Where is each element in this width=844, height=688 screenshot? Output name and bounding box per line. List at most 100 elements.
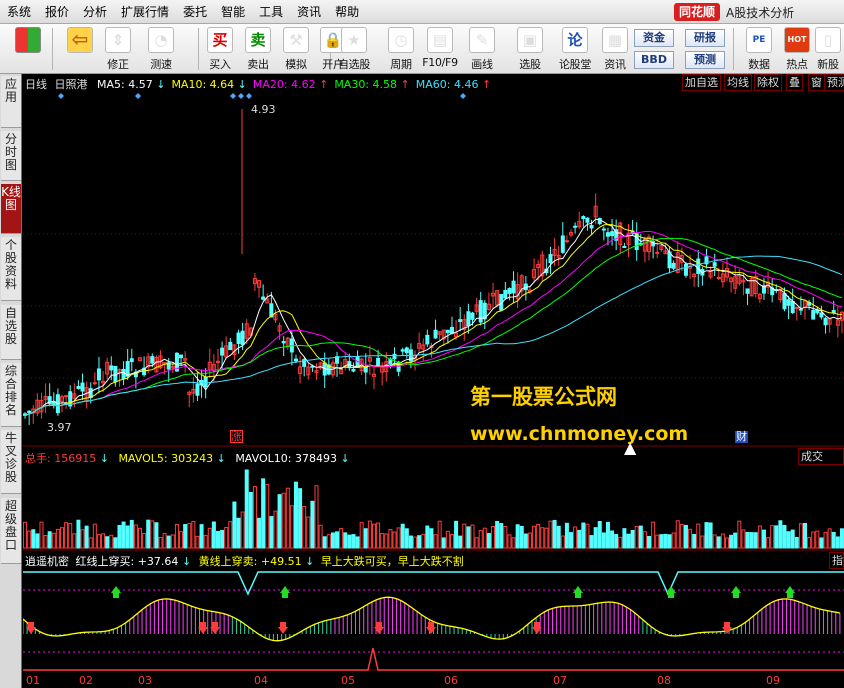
candle xyxy=(560,235,565,253)
sell-arrow-icon xyxy=(785,586,795,598)
volume-bar xyxy=(101,533,106,549)
toolbar-label: 修正 xyxy=(107,58,129,71)
tab-orderbook[interactable]: 超级盘口 xyxy=(1,498,21,564)
up-down-arrows-button[interactable]: ⇕ 修正 xyxy=(98,26,138,72)
tab-watchlist[interactable]: 自选股 xyxy=(1,305,21,360)
pencil-button[interactable]: ✎ 画线 xyxy=(462,26,502,72)
volume-bar xyxy=(474,537,479,549)
menu-item[interactable]: 扩展行情 xyxy=(114,0,176,24)
chart-option-button[interactable]: 叠 xyxy=(786,74,803,91)
layout-button[interactable] xyxy=(8,26,48,72)
volume-bar xyxy=(618,536,623,549)
sell-button[interactable]: 卖卖出 xyxy=(238,26,278,72)
volume-bar xyxy=(220,529,225,549)
rise-marker[interactable]: 涨 xyxy=(230,430,243,443)
research-button[interactable]: 研报 xyxy=(685,29,725,47)
volume-bar xyxy=(491,525,496,549)
left-tab-bar: 应用分时图 K线图个股资料自选股综合排名牛叉诊股超级盘口 xyxy=(0,74,22,688)
volume-bar xyxy=(191,520,196,549)
tab-timeshare[interactable]: 分时图 xyxy=(1,131,21,181)
chart-area[interactable]: 日线 日照港 MA5: 4.57 ↓ MA10: 4.64 ↓ MA20: 4.62… xyxy=(23,74,844,688)
menu-item[interactable]: 委托 xyxy=(176,0,214,24)
candle xyxy=(80,382,85,392)
chart-option-button[interactable]: 加自选 xyxy=(682,74,721,91)
chart-option-button[interactable]: 除权 xyxy=(754,74,782,91)
forum-button[interactable]: 论论股堂 xyxy=(555,26,595,72)
toolbar-label: 新股 xyxy=(817,58,839,71)
volume-bar xyxy=(761,529,766,549)
candle xyxy=(121,368,126,380)
clock-button[interactable]: ◷ 周期 xyxy=(381,26,421,72)
buy-arrow-icon xyxy=(374,622,384,634)
toolbar-label: 数据 xyxy=(748,58,770,71)
candle xyxy=(64,395,69,398)
tab-kline[interactable]: K线图 xyxy=(1,184,21,234)
star-button[interactable]: ★ 自选股 xyxy=(334,26,374,72)
watermark-url: www.chnmoney.com xyxy=(470,423,689,445)
volume-bar xyxy=(64,522,69,549)
fund-button[interactable]: 资金 xyxy=(634,29,674,47)
chart-option-button[interactable]: 窗 xyxy=(808,74,825,91)
forecast-button[interactable]: 预测 xyxy=(685,51,725,69)
menu-item[interactable]: 帮助 xyxy=(328,0,366,24)
finance-marker[interactable]: 财 xyxy=(735,431,748,443)
speed-dial-button[interactable]: ◔ 测速 xyxy=(141,26,181,72)
menu-item[interactable]: 资讯 xyxy=(290,0,328,24)
candle xyxy=(150,356,155,364)
volume-bar xyxy=(564,522,569,549)
new-stock-button[interactable]: ▯ 新股 xyxy=(808,26,844,72)
volume-bar xyxy=(831,531,836,549)
volume-bar xyxy=(794,536,799,549)
pe-icon: PE xyxy=(746,27,772,53)
volume-bar xyxy=(515,524,520,549)
menu-item[interactable]: 分析 xyxy=(76,0,114,24)
hammer-button[interactable]: ⚒ 模拟 xyxy=(276,26,316,72)
volume-bar xyxy=(326,534,331,549)
brand-logo: 同花顺 xyxy=(674,3,721,21)
volume-bar xyxy=(339,528,344,549)
kline-chart[interactable] xyxy=(23,74,844,688)
ma60-line xyxy=(24,255,843,416)
ma-indicator: MA60: 4.46 ↑ xyxy=(415,78,492,91)
stock-name: 日照港 xyxy=(54,78,88,91)
indicator-switch-button[interactable]: 指 xyxy=(829,552,844,569)
document-button[interactable]: ▦ 资讯 xyxy=(595,26,635,72)
menu-item[interactable]: 工具 xyxy=(252,0,290,24)
mavol10-value: 378493 xyxy=(294,452,337,465)
tab-profile[interactable]: 个股资料 xyxy=(1,237,21,301)
chart-option-button[interactable]: 预测 xyxy=(824,74,844,91)
volume-bar xyxy=(647,536,652,549)
volume-bar xyxy=(696,523,701,549)
chart-option-button[interactable]: 均线 xyxy=(724,74,752,91)
volume-bar xyxy=(240,511,245,549)
volume-bar xyxy=(757,525,762,549)
menu-item[interactable]: 报价 xyxy=(38,0,76,24)
volume-bar xyxy=(454,520,459,549)
forum-icon: 论 xyxy=(562,27,588,53)
tab-app[interactable]: 应用 xyxy=(1,76,21,128)
volume-bar xyxy=(774,525,779,549)
volume-bar xyxy=(437,520,442,549)
back-button[interactable]: ⇦ xyxy=(60,26,100,72)
ma-arrow: ↓ xyxy=(237,78,247,91)
menu-item[interactable]: 系统 xyxy=(0,0,38,24)
menu-item[interactable]: 智能 xyxy=(214,0,252,24)
volume-bar xyxy=(281,492,286,549)
f10-button[interactable]: ▤ F10/F9 xyxy=(420,26,460,72)
mouse-cursor-icon: ▲ xyxy=(624,438,637,457)
tab-diagnosis[interactable]: 牛叉诊股 xyxy=(1,430,21,494)
buy-button[interactable]: 买买入 xyxy=(200,26,240,72)
bbd-button[interactable]: BBD xyxy=(634,51,674,69)
volume-bar xyxy=(614,534,619,549)
volume-bar xyxy=(380,533,385,549)
ma-arrow: ↑ xyxy=(400,78,410,91)
toolbar-label: 资讯 xyxy=(604,58,626,71)
volume-bar xyxy=(725,537,730,549)
monitor-button[interactable]: ▣ 选股 xyxy=(510,26,550,72)
volume-type-button[interactable]: 成交 xyxy=(798,448,844,465)
candle xyxy=(109,365,114,371)
volume-bar xyxy=(573,526,578,549)
candle xyxy=(351,368,356,372)
pe-button[interactable]: PE 数据 xyxy=(739,26,779,72)
tab-ranking[interactable]: 综合排名 xyxy=(1,363,21,427)
